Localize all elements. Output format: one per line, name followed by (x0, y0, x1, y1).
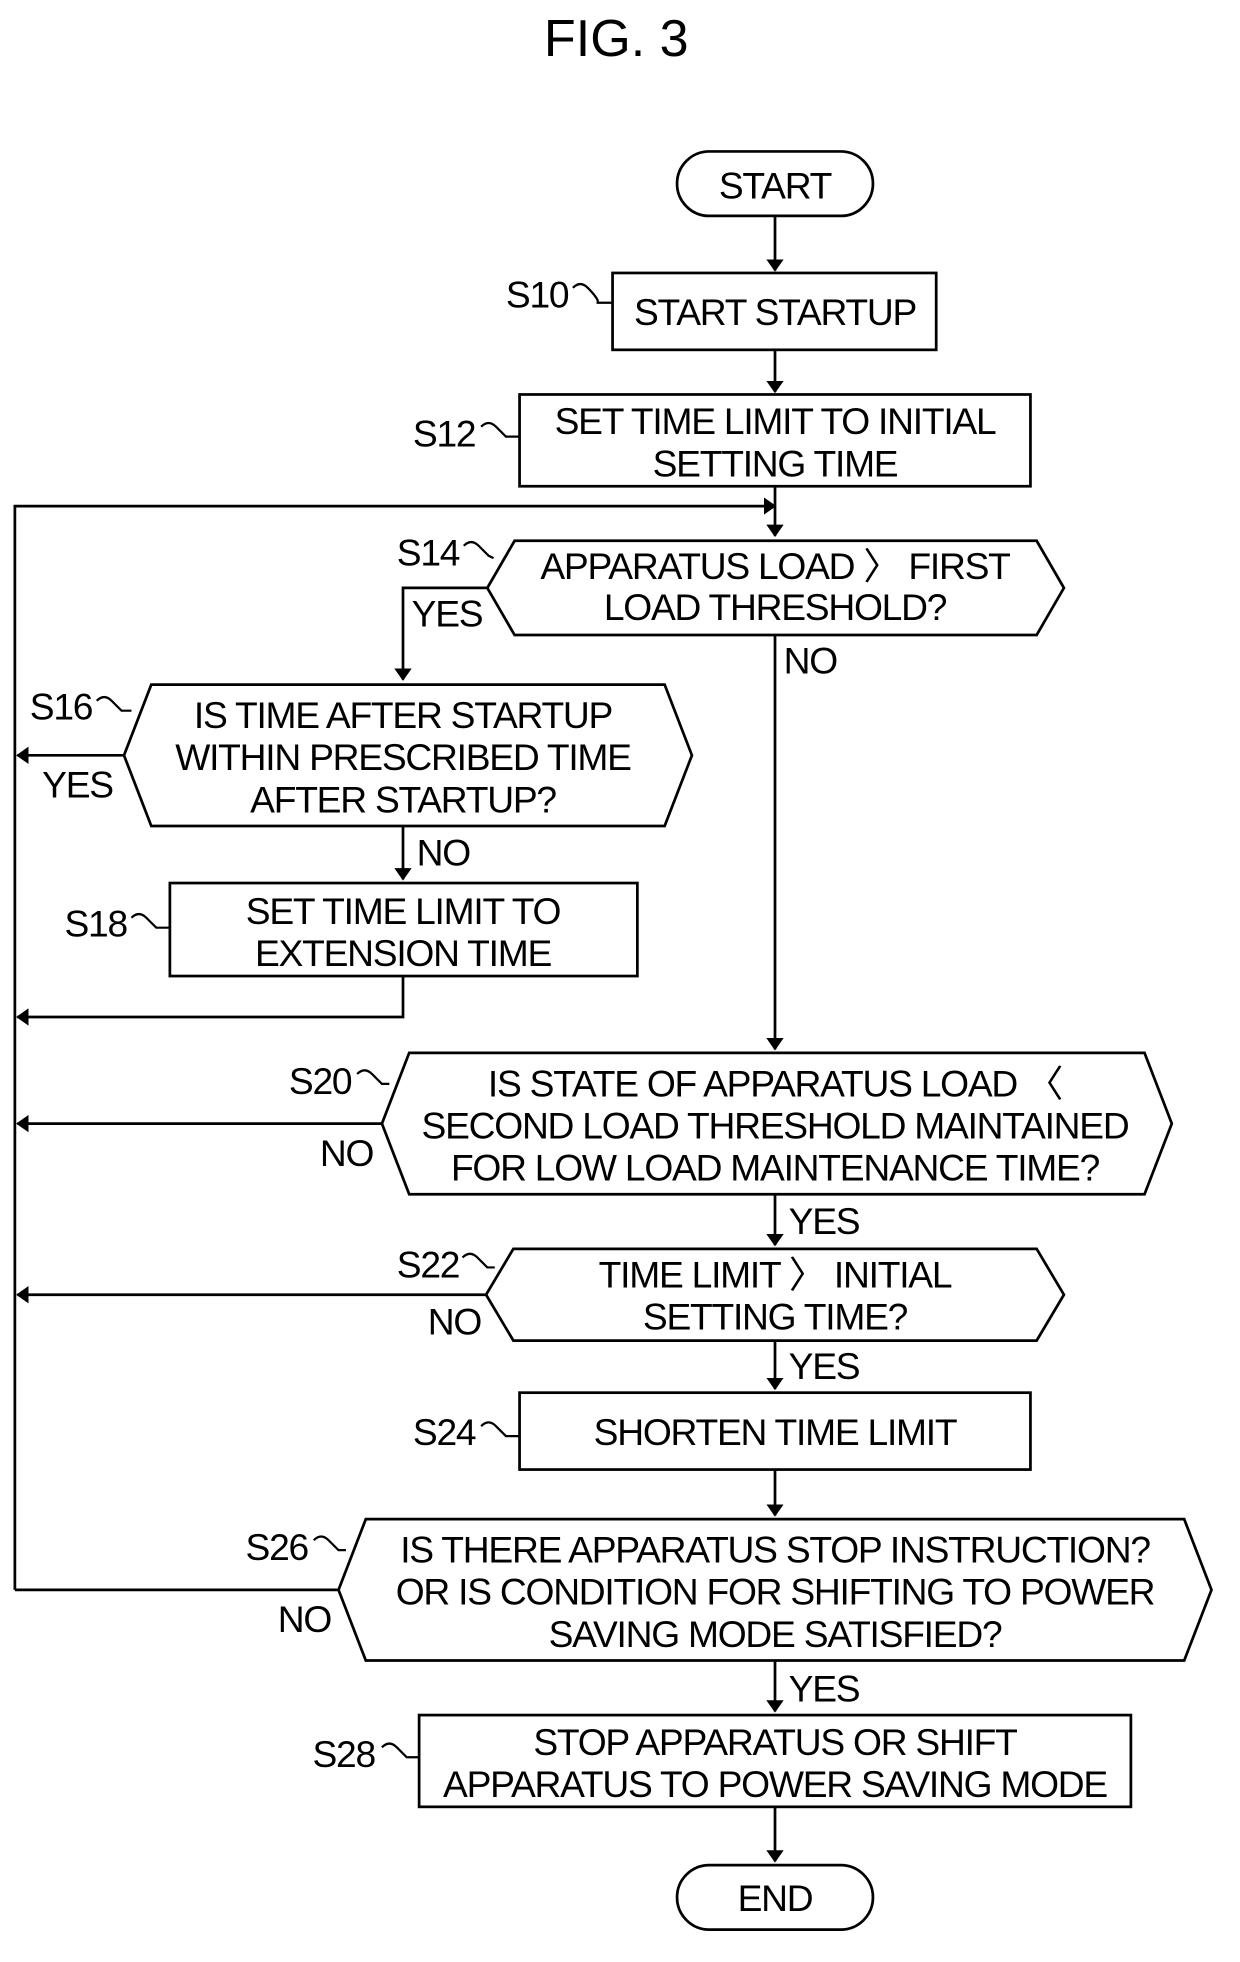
flowchart: FIG. 3 START START STARTUP S10 SET TIME … (13, 10, 1213, 1931)
step-s28-text-line1: STOP APPARATUS OR SHIFT (533, 1721, 1017, 1763)
step-s28-text-line2: APPARATUS TO POWER SAVING MODE (443, 1763, 1107, 1805)
step-s28-id: S28 (312, 1733, 375, 1775)
leader-line (130, 912, 170, 929)
decision-s20-text-line1: IS STATE OF APPARATUS LOAD 〈 (488, 1062, 1062, 1104)
decision-s26-text-line2: OR IS CONDITION FOR SHIFTING TO POWER (396, 1571, 1155, 1613)
connector-s18-loop (16, 976, 405, 1026)
decision-s22: TIME LIMIT 〉 INITIAL SETTING TIME? S22 (397, 1243, 1066, 1342)
step-s10-text: START STARTUP (634, 291, 916, 333)
figure-title: FIG. 3 (544, 10, 689, 68)
decision-s16-text-line3: AFTER STARTUP? (250, 778, 556, 820)
start-terminal: START (675, 150, 875, 218)
decision-s22-text-line2: SETTING TIME? (643, 1295, 908, 1337)
step-s18-id: S18 (64, 902, 127, 944)
s16-no-label: NO (417, 832, 471, 874)
s26-no-label: NO (278, 1598, 332, 1640)
leader-line (480, 1421, 520, 1438)
decision-s22-text-line1: TIME LIMIT 〉 INITIAL (599, 1253, 952, 1295)
decision-s16-text-line1: IS TIME AFTER STARTUP (194, 694, 612, 736)
leader-line (572, 283, 613, 304)
step-s24-text: SHORTEN TIME LIMIT (594, 1411, 957, 1453)
s20-no-label: NO (320, 1132, 374, 1174)
decision-s26: IS THERE APPARATUS STOP INSTRUCTION? OR … (246, 1517, 1213, 1662)
step-s18-text-line1: SET TIME LIMIT TO (246, 890, 561, 932)
leader-line (480, 421, 520, 438)
s26-yes-label: YES (789, 1667, 860, 1709)
step-s12-text-line1: SET TIME LIMIT TO INITIAL (555, 400, 996, 442)
s20-yes-label: YES (789, 1200, 860, 1242)
decision-s22-id: S22 (397, 1243, 459, 1285)
s16-yes-label: YES (42, 763, 113, 805)
decision-s26-id: S26 (246, 1526, 309, 1568)
decision-s16-text-line2: WITHIN PRESCRIBED TIME (175, 736, 631, 778)
leader-line (95, 695, 132, 712)
decision-s20: IS STATE OF APPARATUS LOAD 〈 SECOND LOAD… (289, 1051, 1174, 1196)
s14-yes-label: YES (412, 592, 483, 634)
decision-s16-id: S16 (30, 685, 93, 727)
decision-s20-text-line2: SECOND LOAD THRESHOLD MAINTAINED (422, 1104, 1129, 1146)
decision-s14-id: S14 (397, 532, 460, 574)
decision-s20-id: S20 (289, 1060, 352, 1102)
leader-line (462, 540, 495, 560)
leader-line (461, 1252, 495, 1269)
step-s12: SET TIME LIMIT TO INITIAL SETTING TIME S… (413, 393, 1032, 488)
decision-s26-text-line3: SAVING MODE SATISFIED? (549, 1613, 1002, 1655)
leader-line (381, 1742, 420, 1759)
step-s24-id: S24 (413, 1411, 476, 1453)
end-terminal: END (675, 1863, 875, 1931)
step-s24: SHORTEN TIME LIMIT S24 (413, 1391, 1032, 1471)
decision-s26-text-line1: IS THERE APPARATUS STOP INSTRUCTION? (400, 1529, 1150, 1571)
decision-s20-text-line3: FOR LOW LOAD MAINTENANCE TIME? (451, 1147, 1100, 1189)
decision-s14-text-line1: APPARATUS LOAD 〉 FIRST (540, 545, 1010, 587)
step-s28: STOP APPARATUS OR SHIFT APPARATUS TO POW… (312, 1713, 1133, 1809)
step-s18: SET TIME LIMIT TO EXTENSION TIME S18 (64, 881, 639, 978)
s22-yes-label: YES (789, 1345, 860, 1387)
end-label: END (738, 1877, 813, 1919)
step-s12-id: S12 (413, 413, 475, 455)
decision-s16: IS TIME AFTER STARTUP WITHIN PRESCRIBED … (30, 683, 694, 828)
decision-s14-text-line2: LOAD THRESHOLD? (604, 586, 947, 628)
step-s10: START STARTUP S10 (506, 271, 938, 352)
decision-s14: APPARATUS LOAD 〉 FIRST LOAD THRESHOLD? S… (397, 532, 1066, 637)
s22-no-label: NO (428, 1300, 482, 1342)
s14-no-label: NO (784, 639, 838, 681)
leader-line (312, 1535, 346, 1552)
start-label: START (719, 165, 832, 207)
step-s18-text-line2: EXTENSION TIME (255, 932, 551, 974)
leader-line (356, 1069, 390, 1086)
step-s10-id: S10 (506, 274, 569, 316)
step-s12-text-line2: SETTING TIME (653, 442, 898, 484)
